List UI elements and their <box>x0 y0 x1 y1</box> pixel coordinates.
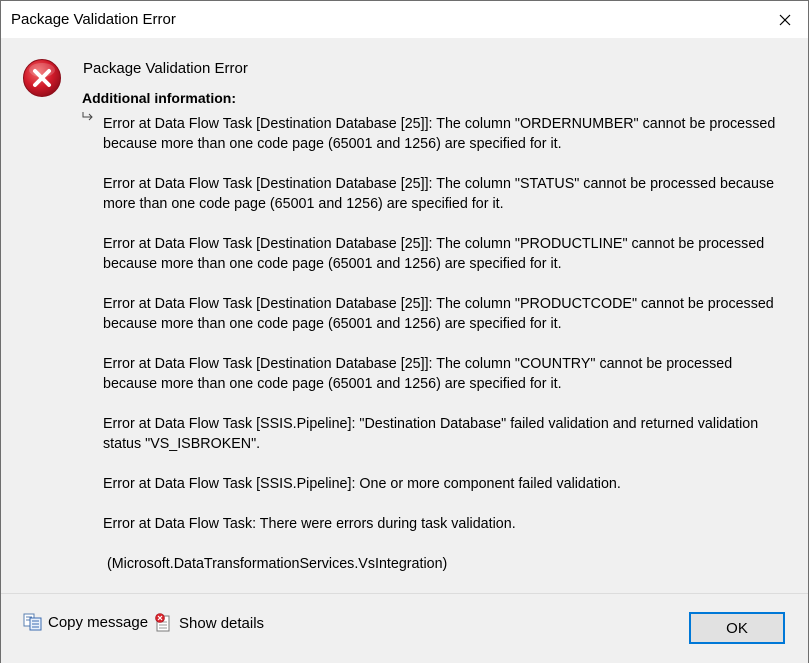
show-details-label: Show details <box>179 614 265 632</box>
error-source: (Microsoft.DataTransformationServices.Vs… <box>103 556 448 572</box>
error-message: Error at Data Flow Task: There were erro… <box>103 516 516 532</box>
expand-arrow-icon[interactable] <box>81 111 95 123</box>
copy-message-button[interactable]: Copy message <box>23 613 148 631</box>
additional-info-label: Additional information: <box>82 90 236 106</box>
show-details-button[interactable]: Show details <box>154 613 264 633</box>
error-message: Error at Data Flow Task [Destination Dat… <box>103 356 733 392</box>
window-title: Package Validation Error <box>11 11 176 28</box>
close-icon <box>779 14 791 25</box>
details-icon <box>155 613 170 632</box>
dialog-footer: Copy message Show details OK <box>1 593 808 663</box>
error-icon <box>23 59 61 97</box>
dialog-window: Package Validation Error Package Validat… <box>0 0 809 663</box>
copy-message-label: Copy message <box>48 613 149 631</box>
error-message: Error at Data Flow Task [Destination Dat… <box>103 296 774 332</box>
dialog-body: Package Validation Error Additional info… <box>1 38 808 593</box>
error-heading: Package Validation Error <box>83 60 248 77</box>
error-message: Error at Data Flow Task [Destination Dat… <box>103 236 765 272</box>
error-message-list: Error at Data Flow Task [Destination Dat… <box>103 114 783 594</box>
error-message: Error at Data Flow Task [Destination Dat… <box>103 176 775 212</box>
error-message: Error at Data Flow Task [Destination Dat… <box>103 116 776 152</box>
copy-icon <box>23 613 42 631</box>
close-button[interactable] <box>762 1 808 38</box>
error-message: Error at Data Flow Task [SSIS.Pipeline]:… <box>103 476 621 492</box>
title-bar: Package Validation Error <box>1 1 808 38</box>
ok-button[interactable]: OK <box>689 612 785 644</box>
error-message: Error at Data Flow Task [SSIS.Pipeline]:… <box>103 416 759 452</box>
